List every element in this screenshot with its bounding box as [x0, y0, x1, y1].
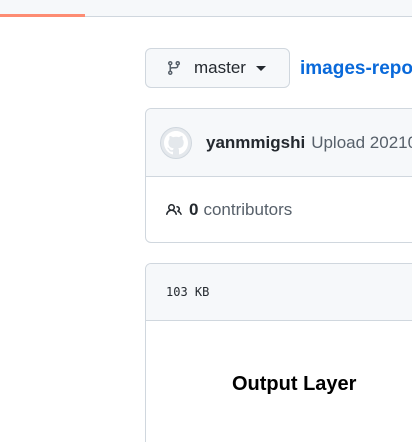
branch-name: master	[194, 58, 246, 77]
contributors-row[interactable]: 0 contributors	[146, 177, 412, 243]
git-branch-icon	[167, 61, 180, 76]
contributors-label: contributors	[203, 200, 293, 219]
file-viewer: 103 KB Output Layer	[145, 263, 412, 442]
image-preview-text: Output Layer	[232, 373, 357, 395]
file-info-header: 103 KB	[146, 264, 412, 321]
github-logo-icon	[164, 130, 188, 154]
github-avatar-icon[interactable]	[160, 126, 192, 159]
chevron-down-icon	[255, 65, 266, 71]
commit-message[interactable]: Upload 20210	[311, 133, 412, 153]
latest-commit-box: yanmmigshi Upload 20210 0 contributors	[145, 108, 412, 243]
repo-nav-bar	[0, 0, 412, 17]
branch-select-button[interactable]: master	[145, 48, 290, 88]
file-size: 103 KB	[166, 285, 210, 299]
image-preview: Output Layer	[146, 321, 412, 442]
active-tab-underline	[0, 14, 85, 17]
contributors-count: 0	[189, 200, 199, 219]
commit-header: yanmmigshi Upload 20210	[146, 109, 412, 177]
repo-breadcrumb-link[interactable]: images-repo	[300, 58, 412, 80]
commit-author-link[interactable]: yanmmigshi	[206, 133, 305, 153]
people-icon	[166, 203, 182, 216]
